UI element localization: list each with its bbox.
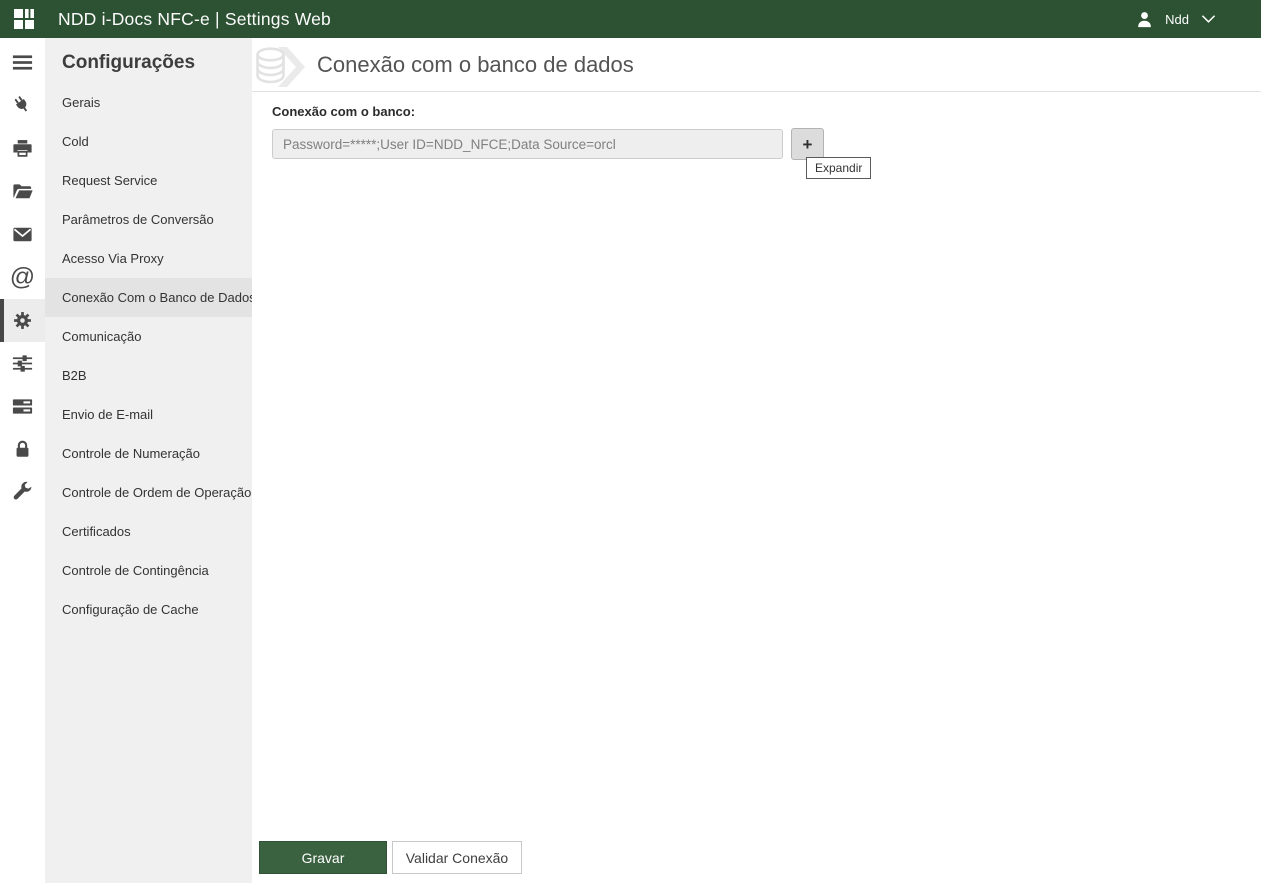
action-footer: Gravar Validar Conexão [259, 841, 522, 874]
sliders-icon [11, 352, 34, 375]
sidebar-item[interactable]: B2B [45, 356, 252, 395]
page-content: Conexão com o banco: + Expandir [252, 92, 1261, 160]
sidebar-item[interactable]: Certificados [45, 512, 252, 551]
app-title: NDD i-Docs NFC-e | Settings Web [58, 9, 331, 30]
at-sign-icon: @ [10, 265, 35, 290]
rail-item-plug[interactable] [0, 84, 45, 127]
rail-item-printer[interactable] [0, 127, 45, 170]
folder-open-icon [11, 180, 34, 203]
gear-icon [11, 309, 34, 332]
expand-wrap: + Expandir [791, 128, 824, 160]
sidebar-item[interactable]: Envio de E-mail [45, 395, 252, 434]
plug-icon [11, 94, 34, 117]
icon-rail: @ [0, 38, 45, 883]
rail-item-menu[interactable] [0, 41, 45, 84]
rail-item-wrench[interactable] [0, 471, 45, 514]
user-name: Ndd [1165, 12, 1189, 27]
connection-string-input[interactable] [272, 129, 783, 159]
lock-icon [11, 438, 34, 461]
rail-item-folder[interactable] [0, 170, 45, 213]
rail-item-settings[interactable] [0, 299, 45, 342]
server-icon [11, 395, 34, 418]
expand-button[interactable]: + [791, 128, 824, 160]
connection-input-row: + Expandir [272, 128, 1261, 160]
save-button[interactable]: Gravar [259, 841, 387, 874]
sidebar-item[interactable]: Controle de Numeração [45, 434, 252, 473]
rail-item-at[interactable]: @ [0, 256, 45, 299]
sidebar-item[interactable]: Controle de Ordem de Operação [45, 473, 252, 512]
rail-item-mail[interactable] [0, 213, 45, 256]
rail-item-server[interactable] [0, 385, 45, 428]
settings-sidebar: Configurações GeraisColdRequest ServiceP… [45, 38, 252, 883]
chevron-down-icon [1201, 14, 1216, 24]
expand-tooltip: Expandir [806, 157, 871, 179]
rail-item-sliders[interactable] [0, 342, 45, 385]
sidebar-item[interactable]: Controle de Contingência [45, 551, 252, 590]
sidebar-item[interactable]: Acesso Via Proxy [45, 239, 252, 278]
sidebar-nav: GeraisColdRequest ServiceParâmetros de C… [45, 83, 252, 629]
app-shell: @ [0, 38, 1261, 883]
sidebar-item[interactable]: Parâmetros de Conversão [45, 200, 252, 239]
wrench-icon [11, 481, 34, 504]
connection-field-label: Conexão com o banco: [272, 104, 1261, 119]
main-panel: Conexão com o banco de dados Conexão com… [252, 38, 1261, 883]
grid-logo-icon [12, 7, 36, 31]
sidebar-item[interactable]: Gerais [45, 83, 252, 122]
printer-icon [11, 137, 34, 160]
database-icon [256, 47, 306, 87]
sidebar-item[interactable]: Conexão Com o Banco de Dados [45, 278, 252, 317]
sidebar-item[interactable]: Comunicação [45, 317, 252, 356]
page-header: Conexão com o banco de dados [252, 38, 1261, 92]
page-title: Conexão com o banco de dados [317, 52, 634, 78]
sidebar-title: Configurações [45, 38, 252, 83]
rail-item-lock[interactable] [0, 428, 45, 471]
user-menu[interactable]: Ndd [1135, 10, 1216, 29]
sidebar-item[interactable]: Cold [45, 122, 252, 161]
sidebar-item[interactable]: Request Service [45, 161, 252, 200]
menu-icon [11, 51, 34, 74]
sidebar-item[interactable]: Configuração de Cache [45, 590, 252, 629]
validate-connection-button[interactable]: Validar Conexão [392, 841, 522, 874]
mail-icon [11, 223, 34, 246]
user-icon [1135, 10, 1154, 29]
top-bar: NDD i-Docs NFC-e | Settings Web Ndd [0, 0, 1261, 38]
apps-grid-icon[interactable] [11, 6, 37, 32]
